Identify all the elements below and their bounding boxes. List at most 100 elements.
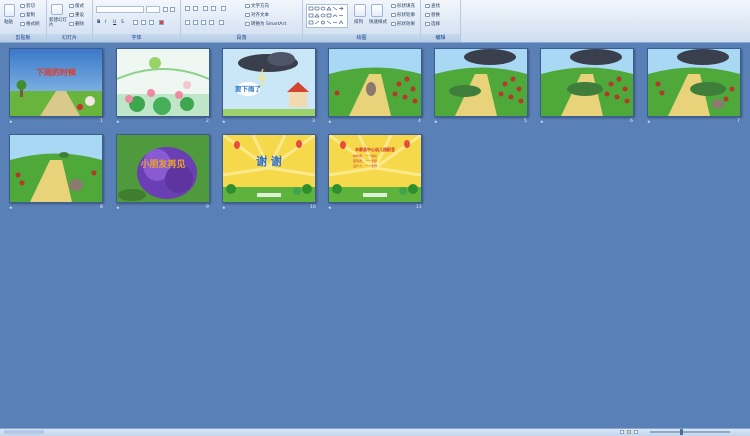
italic-button[interactable]: I (105, 20, 106, 25)
format-painter-button[interactable]: 格式刷 (20, 21, 40, 27)
align-right-icon[interactable] (201, 20, 206, 25)
slide-sorter-view-icon[interactable] (627, 430, 631, 434)
slide-5-animation-icon: ★ (434, 119, 438, 124)
quick-styles-icon (371, 4, 383, 17)
strikethrough-icon[interactable] (133, 20, 138, 25)
slide-11-credit-line: 设计人：一一老师 (353, 164, 378, 168)
slide-thumbnail-9[interactable]: 小朋友再见 (116, 134, 210, 203)
slide-7-number: 7 (737, 119, 740, 124)
paragraph-group: 文字方向 对齐文本 转换为 SmartArt 段落 (181, 0, 303, 42)
numbering-icon[interactable] (193, 6, 198, 11)
shapes-gallery[interactable] (306, 4, 348, 28)
slide-11-title: 丰都县中心幼儿园配音 (355, 147, 395, 152)
bold-button[interactable]: B (97, 20, 100, 25)
slide-thumbnail-8[interactable] (9, 134, 103, 203)
shadow-button[interactable]: S (121, 20, 124, 25)
arrange-button[interactable]: 排列 (354, 19, 363, 25)
slide-thumbnail-10[interactable]: 谢 谢 (222, 134, 316, 203)
change-case-icon[interactable] (149, 20, 154, 25)
bullets-icon[interactable] (185, 6, 190, 11)
grow-font-icon[interactable] (163, 7, 168, 12)
delete-button[interactable]: 删除 (69, 21, 84, 27)
slide-3-animation-icon: ★ (222, 119, 226, 124)
line-spacing-icon[interactable] (221, 6, 226, 11)
slide-thumbnail-11[interactable]: 丰都县中心幼儿园配音 制作者：一一鼠标 配音者：一一老师 设计人：一一老师 (328, 134, 422, 203)
layout-button[interactable]: 版式 (69, 3, 84, 9)
select-arrow-icon (425, 21, 430, 26)
zoom-slider[interactable] (650, 431, 730, 433)
slide-10-number: 10 (310, 205, 316, 210)
editing-group-label: 编辑 (421, 34, 460, 42)
effects-icon (391, 21, 396, 26)
normal-view-icon[interactable] (620, 430, 624, 434)
quick-styles-button[interactable]: 快速样式 (369, 19, 387, 25)
paste-button[interactable]: 粘贴 (4, 19, 13, 25)
clipboard-group: 粘贴 剪切 复制 格式刷 剪贴板 (0, 0, 47, 42)
slide-8-artwork (10, 135, 102, 202)
slide-thumbnail-2[interactable] (116, 48, 210, 117)
paragraph-group-label: 段落 (181, 34, 302, 42)
slide-1-artwork (10, 49, 102, 116)
slide-4-number: 4 (418, 119, 421, 124)
slide-11-animation-icon: ★ (328, 205, 332, 210)
shapes-icons (308, 6, 344, 25)
slide-thumbnail-5[interactable] (434, 48, 528, 117)
shape-effects-button[interactable]: 形状效果 (391, 21, 415, 27)
justify-icon[interactable] (209, 20, 214, 25)
decrease-indent-icon[interactable] (203, 6, 208, 11)
slide-6-number: 6 (630, 119, 633, 124)
copy-button[interactable]: 复制 (20, 12, 35, 18)
status-text-placeholder (4, 430, 44, 434)
slide-2-number: 2 (206, 119, 209, 124)
slide-thumbnail-6[interactable] (540, 48, 634, 117)
cut-button[interactable]: 剪切 (20, 3, 35, 9)
select-button[interactable]: 选择 (425, 21, 440, 27)
drawing-group-label: 绘图 (303, 34, 420, 42)
align-center-icon[interactable] (193, 20, 198, 25)
font-color-icon[interactable] (159, 20, 164, 25)
clipboard-group-label: 剪贴板 (0, 34, 46, 42)
reset-button[interactable]: 重设 (69, 12, 84, 18)
delete-icon (69, 21, 74, 26)
slide-thumbnail-3[interactable]: 要下雨了 (222, 48, 316, 117)
char-spacing-icon[interactable] (141, 20, 146, 25)
outline-pen-icon (391, 12, 396, 17)
slide-2-artwork (117, 49, 209, 116)
slideshow-view-icon[interactable] (634, 430, 638, 434)
align-text-button[interactable]: 对齐文本 (245, 12, 269, 18)
text-direction-button[interactable]: 文字方向 (245, 3, 269, 9)
slide-5-number: 5 (524, 119, 527, 124)
slide-thumbnail-4[interactable] (328, 48, 422, 117)
new-slide-button[interactable]: 新建幻灯片 (49, 18, 69, 28)
smartart-icon (245, 21, 250, 26)
align-left-icon[interactable] (185, 20, 190, 25)
slide-5-artwork (435, 49, 527, 116)
shape-outline-button[interactable]: 形状轮廓 (391, 12, 415, 18)
increase-indent-icon[interactable] (211, 6, 216, 11)
layout-icon (69, 3, 74, 8)
slide-7-animation-icon: ★ (647, 119, 651, 124)
new-slide-icon (51, 4, 63, 15)
replace-icon (425, 12, 430, 17)
shape-fill-button[interactable]: 形状填充 (391, 3, 415, 9)
replace-button[interactable]: 替换 (425, 12, 440, 18)
smartart-button[interactable]: 转换为 SmartArt (245, 21, 286, 27)
underline-button[interactable]: U (113, 20, 116, 25)
columns-icon[interactable] (219, 20, 224, 25)
slide-1-title: 下雨的时候 (36, 68, 76, 77)
font-name-field[interactable] (96, 6, 144, 13)
shrink-font-icon[interactable] (170, 7, 175, 12)
scissors-icon (20, 3, 25, 8)
find-button[interactable]: 查找 (425, 3, 440, 9)
slide-thumbnail-7[interactable] (647, 48, 741, 117)
reset-icon (69, 12, 74, 17)
slide-6-artwork (541, 49, 633, 116)
slide-8-animation-icon: ★ (9, 205, 13, 210)
slide-thumbnail-1[interactable]: 下雨的时候 (9, 48, 103, 117)
text-direction-icon (245, 3, 250, 8)
font-size-field[interactable] (146, 6, 160, 13)
brush-icon (20, 21, 25, 26)
slide-8-number: 8 (100, 205, 103, 210)
zoom-slider-thumb[interactable] (680, 429, 683, 435)
slide-11-credits: 制作者：一一鼠标 配音者：一一老师 设计人：一一老师 (353, 154, 377, 169)
